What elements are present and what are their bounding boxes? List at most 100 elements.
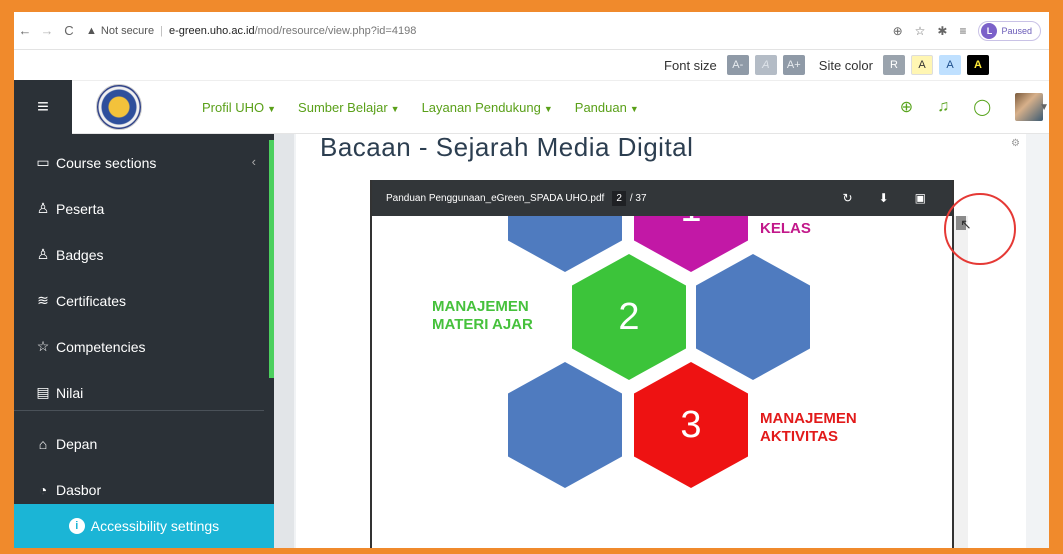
mouse-cursor-icon: ↖ (960, 216, 972, 232)
back-button[interactable]: ← (14, 23, 36, 38)
color-black-button[interactable]: A (967, 55, 989, 75)
menu-layanan-pendukung[interactable]: Layanan Pendukung ▼ (422, 100, 553, 115)
color-yellow-button[interactable]: A (911, 55, 933, 75)
font-reset-button[interactable]: A (754, 55, 777, 75)
zoom-icon[interactable]: ⊕ (893, 24, 903, 38)
pdf-viewer[interactable]: Panduan Penggunaan_eGreen_SPADA UHO.pdf … (370, 180, 968, 548)
sidebar-item-label: Badges (56, 246, 104, 263)
pdf-tools: ↻ ⬇ ▣ (843, 191, 926, 205)
label-kelas: KELAS (760, 220, 811, 237)
label-line: MANAJEMEN (432, 298, 529, 315)
globe-icon[interactable]: ⊕ (900, 97, 913, 117)
chat-icon[interactable]: ◯ (973, 97, 991, 117)
pdf-page: 1 KELAS 2 MANAJEMEN MATERI AJAR 3 (372, 216, 952, 548)
menu-label: Panduan (574, 99, 627, 115)
caret-down-icon: ▼ (390, 103, 400, 114)
users-icon: ♙ (36, 200, 50, 216)
chevron-left-icon[interactable]: ‹ (252, 154, 256, 169)
forward-button[interactable]: → (36, 23, 58, 38)
hexagon-blue (508, 216, 622, 272)
bell-icon[interactable]: ♫ (937, 98, 949, 116)
sidebar-item-label: Depan (56, 436, 98, 452)
extensions-icon[interactable]: ✱ (937, 24, 947, 38)
reading-list-icon[interactable]: ≡ (959, 24, 966, 38)
drawer-toggle-button[interactable]: ≡ (14, 80, 72, 134)
label-manajemen-aktivitas: MANAJEMEN AKTIVITAS (760, 410, 857, 446)
gradebook-icon: ▤ (36, 384, 50, 400)
reload-button[interactable]: C (58, 23, 80, 38)
hexagon-green: 2 (572, 254, 686, 380)
sidebar-item-label: Certificates (56, 292, 127, 309)
hexagon-number: 2 (618, 295, 640, 338)
sidebar-item-label: Dasbor (56, 482, 102, 498)
sidebar-item-badges[interactable]: ♙ Badges (34, 246, 104, 263)
label-line: MANAJEMEN (760, 410, 857, 427)
sidebar-divider (14, 410, 264, 411)
font-decrease-button[interactable]: A- (726, 55, 749, 75)
sidebar-item-depan[interactable]: ⌂ Depan (34, 436, 98, 452)
print-icon[interactable]: ▣ (915, 191, 926, 205)
annotation-circle (944, 193, 1016, 265)
pdf-scrollbar[interactable] (954, 216, 968, 548)
sidebar-item-label: Peserta (56, 200, 105, 217)
resource-card: Bacaan - Sejarah Media Digital ⚙ Panduan… (296, 132, 1026, 548)
sidebar-item-peserta[interactable]: ♙ Peserta (34, 200, 105, 217)
color-reset-button[interactable]: R (883, 55, 905, 75)
color-blue-button[interactable]: A (939, 55, 961, 75)
star-icon: ☆ (36, 338, 50, 354)
sidebar-item-dasbor[interactable]: ◔ Dasbor (34, 482, 101, 498)
pdf-page-input[interactable]: 2 (612, 190, 626, 206)
caret-down-icon: ▼ (629, 103, 639, 114)
sidebar-item-course-sections[interactable]: ▭ Course sections (34, 154, 156, 171)
profile-status: Paused (1001, 25, 1032, 36)
bookmark-star-icon[interactable]: ☆ (915, 24, 926, 38)
caret-down-icon: ▼ (267, 103, 277, 114)
address-separator: | (160, 24, 163, 37)
main-menu: Profil UHO ▼ Sumber Belajar ▼ Layanan Pend… (202, 100, 639, 115)
warning-icon: ▲ (86, 24, 97, 37)
font-increase-button[interactable]: A+ (782, 55, 805, 75)
hexagon-magenta: 1 (634, 216, 748, 272)
menu-label: Profil UHO (202, 99, 265, 115)
sidebar-item-nilai[interactable]: ▤ Nilai (34, 384, 83, 401)
hexagon-red: 3 (634, 362, 748, 488)
badge-icon: ♙ (36, 246, 50, 262)
sidebar-item-label: Nilai (56, 384, 84, 401)
sidebar-item-label: Competencies (56, 338, 146, 355)
menu-label: Sumber Belajar (298, 99, 388, 115)
hexagon-blue (696, 254, 810, 380)
profile-button[interactable]: L Paused (978, 20, 1041, 41)
accessibility-settings-label: Accessibility settings (90, 518, 220, 534)
university-logo[interactable] (96, 84, 142, 130)
sidebar-item-label: Course sections (56, 154, 157, 171)
menu-sumber-belajar[interactable]: Sumber Belajar ▼ (298, 100, 400, 115)
menu-profil-uho[interactable]: Profil UHO ▼ (202, 100, 276, 115)
menu-label: Layanan Pendukung (421, 99, 541, 115)
user-menu-caret-icon[interactable]: ▼ (1039, 102, 1049, 113)
info-icon: i (68, 518, 85, 534)
address-bar[interactable]: ▲ Not secure | e-green.uho.ac.id /mod/re… (86, 25, 893, 37)
gear-icon[interactable]: ⚙ (1011, 138, 1020, 149)
certificate-icon: ≋ (37, 292, 49, 308)
sidebar-item-competencies[interactable]: ☆ Competencies (34, 338, 146, 355)
hexagon-number: 1 (680, 216, 701, 231)
home-icon: ⌂ (38, 436, 48, 452)
navbar-actions: ⊕ ♫ ◯ (900, 93, 1044, 121)
accessibility-settings-button[interactable]: i Accessibility settings (14, 504, 274, 548)
url-host: e-green.uho.ac.id (168, 24, 255, 37)
url-path: /mod/resource/view.php?id=4198 (254, 24, 417, 37)
pdf-filename: Panduan Penggunaan_eGreen_SPADA UHO.pdf (386, 192, 605, 204)
profile-avatar: L (981, 22, 998, 39)
menu-panduan[interactable]: Panduan ▼ (575, 100, 639, 115)
browser-actions: ⊕ ☆ ✱ ≡ L Paused (893, 20, 1041, 41)
screen-frame: ← → C ▲ Not secure | e-green.uho.ac.id /… (14, 12, 1049, 548)
sidebar-item-certificates[interactable]: ≋ Certificates (34, 292, 126, 309)
page-title: Bacaan - Sejarah Media Digital (320, 132, 694, 162)
browser-toolbar: ← → C ▲ Not secure | e-green.uho.ac.id /… (14, 12, 1049, 50)
download-icon[interactable]: ⬇ (879, 191, 889, 205)
rotate-icon[interactable]: ↻ (843, 191, 853, 205)
pdf-page-total: / 37 (629, 192, 647, 204)
label-manajemen-materi: MANAJEMEN MATERI AJAR (432, 298, 533, 334)
font-size-label: Font size (664, 57, 717, 73)
hexagon-number: 3 (680, 403, 702, 446)
